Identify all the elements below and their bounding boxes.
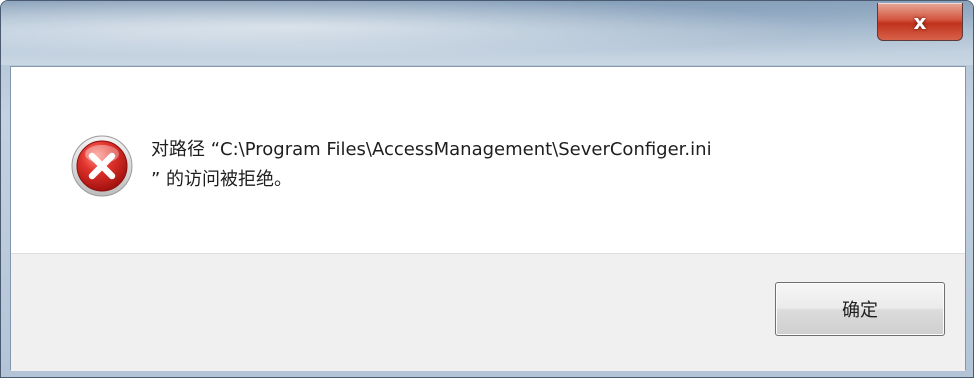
ok-button[interactable]: 确定 [775, 282, 945, 336]
message-area: 对路径 “C:\Program Files\AccessManagement\S… [11, 67, 965, 253]
close-icon: x [913, 9, 927, 34]
dialog-client-area: 对路径 “C:\Program Files\AccessManagement\S… [10, 66, 966, 371]
error-icon [71, 135, 133, 197]
title-bar[interactable] [1, 1, 973, 65]
dialog-window: x 对路径 “C:\Program Files\AccessManagement… [0, 0, 974, 378]
close-button[interactable]: x [877, 3, 963, 41]
button-bar: 确定 [11, 253, 965, 371]
error-message: 对路径 “C:\Program Files\AccessManagement\S… [151, 135, 951, 195]
error-message-line-1: 对路径 “C:\Program Files\AccessManagement\S… [151, 139, 712, 160]
error-message-line-2: ” 的访问被拒绝。 [151, 169, 293, 190]
